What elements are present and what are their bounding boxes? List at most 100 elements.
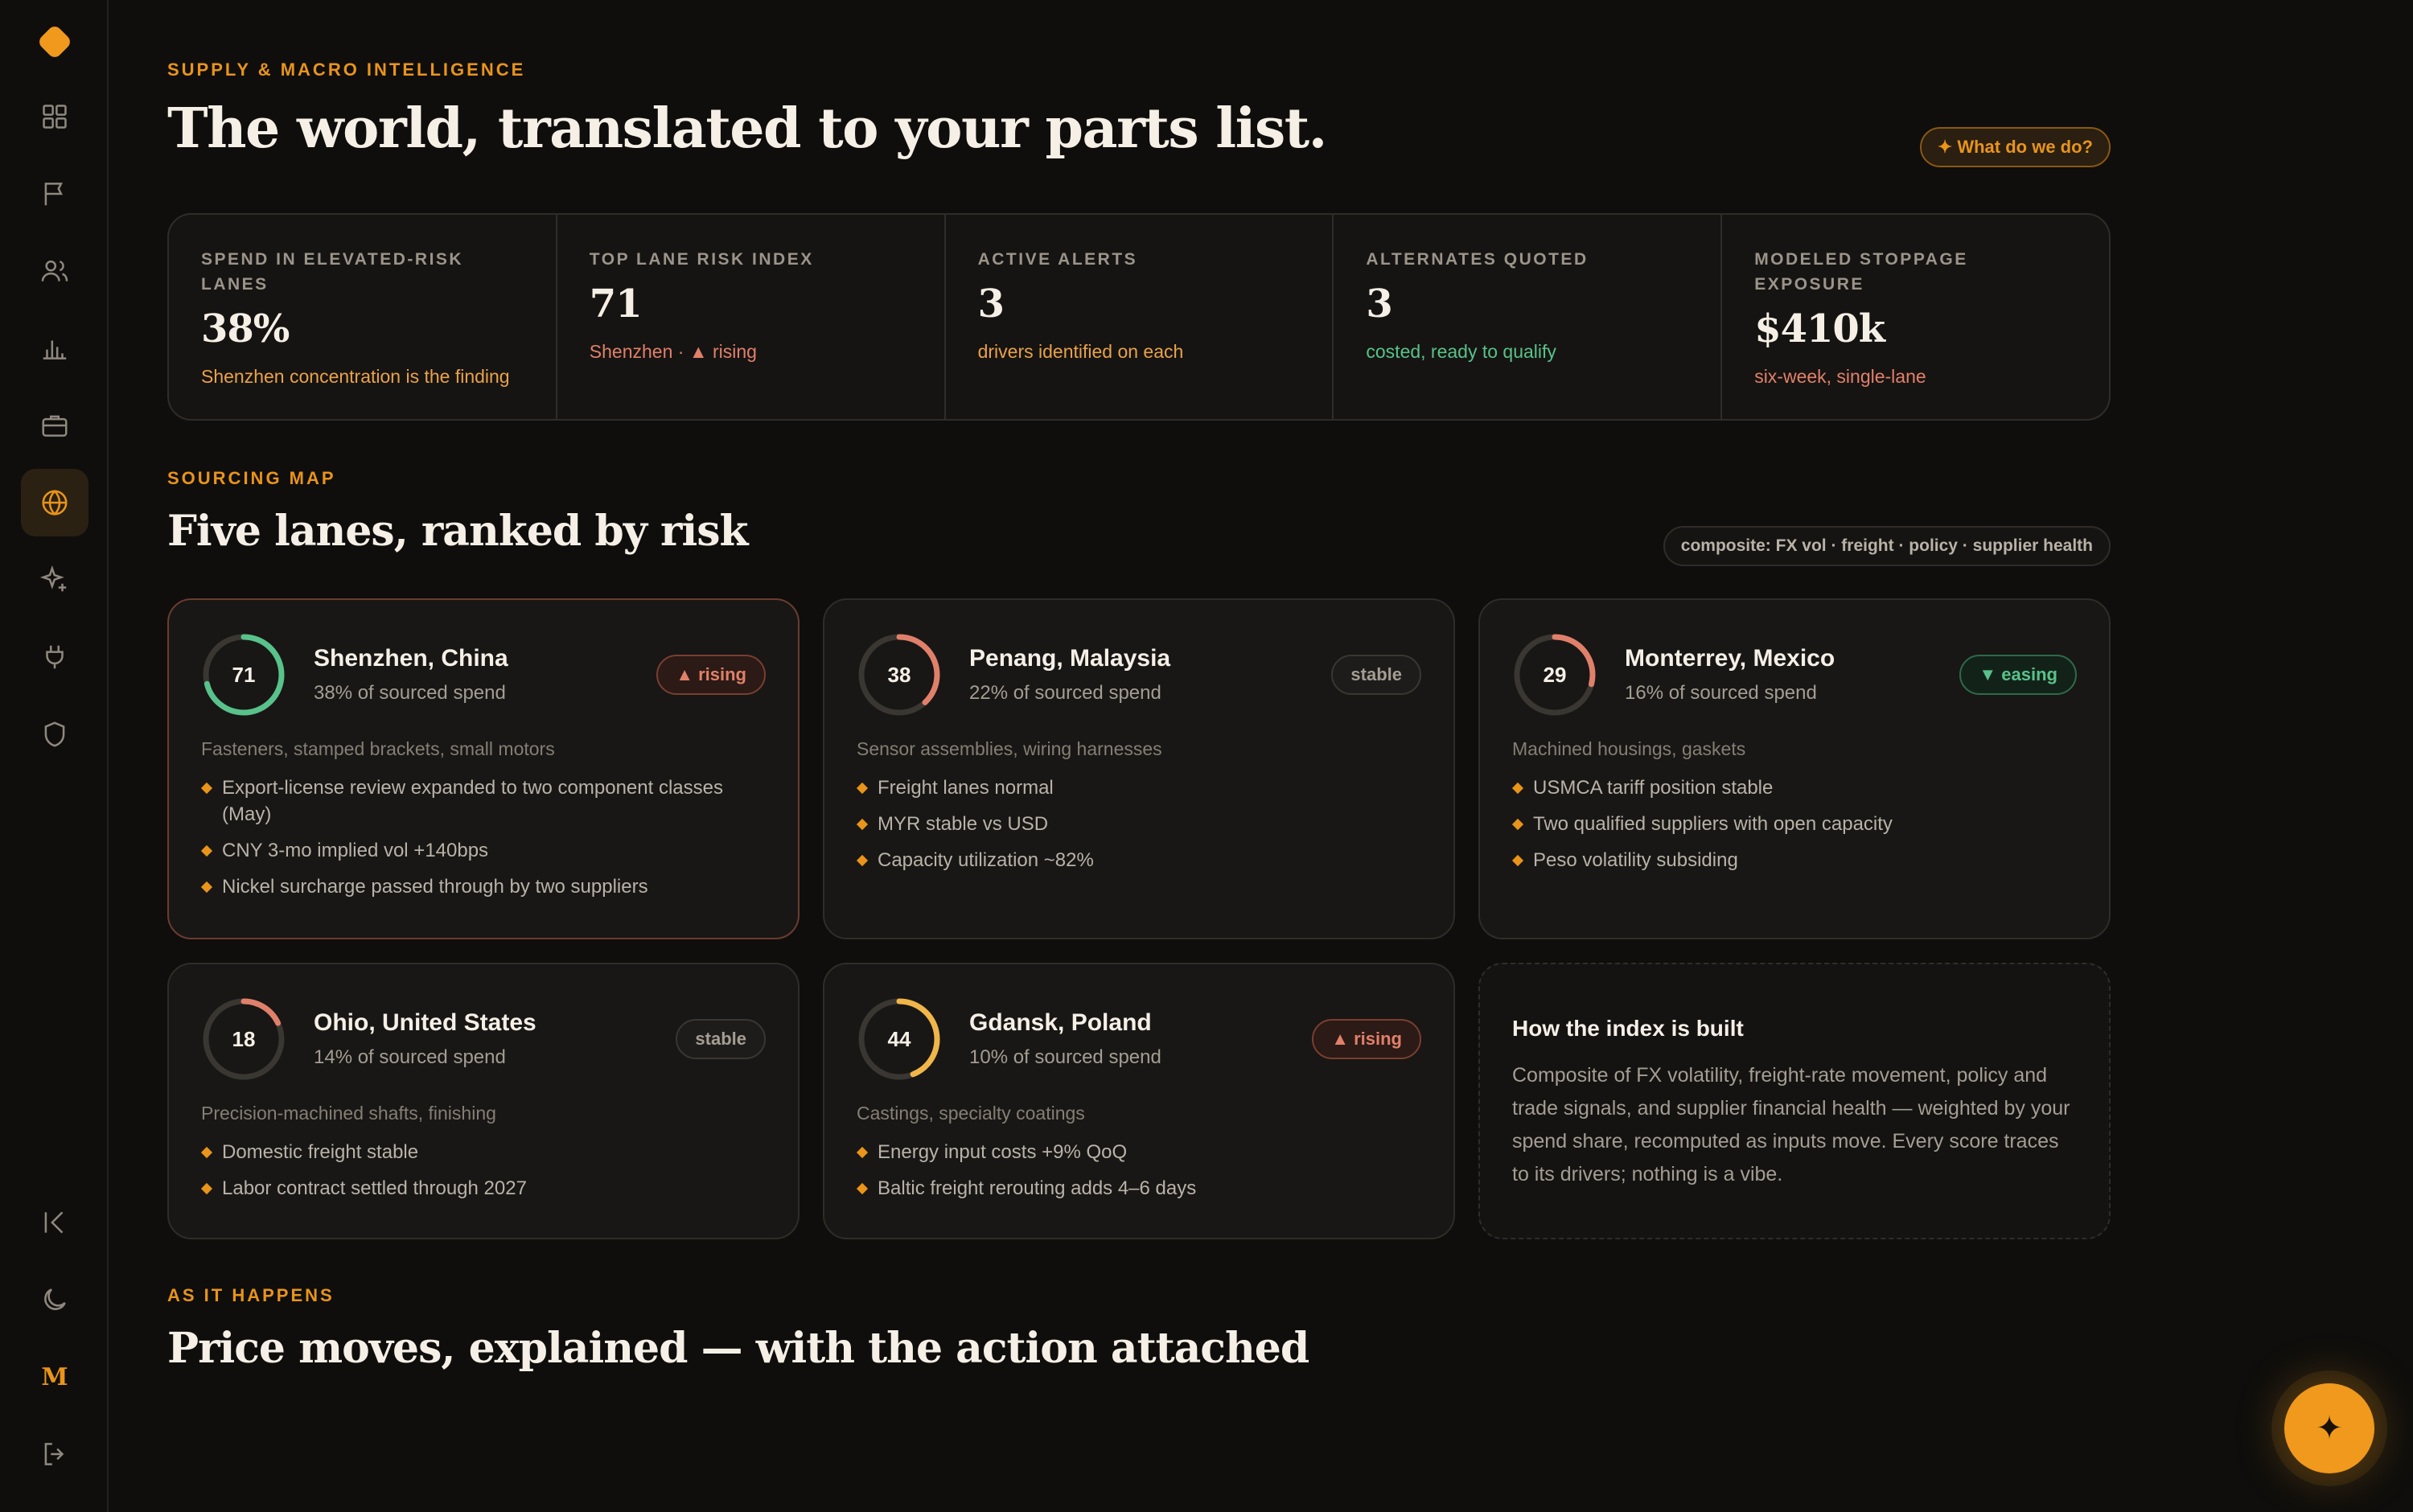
lane-name: Penang, Malaysia bbox=[969, 645, 1171, 672]
kpi-alternates-quoted: ALTERNATES QUOTED 3 costed, ready to qua… bbox=[1334, 215, 1723, 419]
globe-icon[interactable] bbox=[21, 469, 88, 536]
lane-spend-share: 14% of sourced spend bbox=[314, 1046, 506, 1068]
kpi-note: Shenzhen · ▲ rising bbox=[589, 341, 757, 362]
list-item: CNY 3-mo implied vol +140bps bbox=[201, 837, 766, 864]
assistant-fab-button[interactable]: ✦ bbox=[2284, 1383, 2374, 1473]
risk-score-ring: 18 bbox=[201, 996, 286, 1082]
lane-spend-share: 10% of sourced spend bbox=[969, 1046, 1161, 1068]
brand-logo-icon[interactable] bbox=[36, 23, 73, 60]
lane-categories: Sensor assemblies, wiring harnesses bbox=[857, 738, 1162, 759]
avatar[interactable]: M bbox=[21, 1343, 88, 1411]
kpi-value: 71 bbox=[589, 281, 643, 327]
plug-icon[interactable] bbox=[21, 623, 88, 691]
driver-list: Energy input costs +9% QoQ Baltic freigh… bbox=[857, 1139, 1421, 1202]
sparkle-icon: ✦ bbox=[2316, 1411, 2343, 1446]
logout-icon[interactable] bbox=[21, 1420, 88, 1488]
kpi-label: ACTIVE ALERTS bbox=[977, 250, 1138, 269]
list-item: Energy input costs +9% QoQ bbox=[857, 1139, 1421, 1165]
bar-chart-icon[interactable] bbox=[21, 314, 88, 382]
index-explainer-card: How the index is built Composite of FX v… bbox=[1478, 963, 2111, 1239]
risk-score: 38 bbox=[887, 662, 911, 687]
risk-score: 29 bbox=[1543, 662, 1567, 687]
lane-categories: Fasteners, stamped brackets, small motor… bbox=[201, 738, 555, 759]
grid-icon[interactable] bbox=[21, 83, 88, 150]
list-item: Two qualified suppliers with open capaci… bbox=[1512, 811, 2077, 837]
kpi-stoppage-exposure: MODELED STOPPAGE EXPOSURE $410k six-week… bbox=[1722, 215, 2109, 419]
kpi-note: six-week, single-lane bbox=[1754, 366, 1926, 387]
lane-spend-share: 38% of sourced spend bbox=[314, 682, 506, 704]
status-badge: ▲ rising bbox=[656, 655, 766, 695]
risk-score: 18 bbox=[232, 1026, 256, 1051]
lane-card-gdansk[interactable]: 44 Gdansk, Poland 10% of sourced spend ▲… bbox=[823, 963, 1455, 1239]
lane-card-monterrey[interactable]: 29 Monterrey, Mexico 16% of sourced spen… bbox=[1478, 598, 2111, 939]
shield-icon[interactable] bbox=[21, 701, 88, 768]
list-item: Baltic freight rerouting adds 4–6 days bbox=[857, 1175, 1421, 1202]
lane-card-shenzhen[interactable]: 71 Shenzhen, China 38% of sourced spend … bbox=[167, 598, 800, 939]
lane-categories: Machined housings, gaskets bbox=[1512, 738, 1746, 759]
lane-spend-share: 16% of sourced spend bbox=[1625, 682, 1817, 704]
risk-score: 71 bbox=[232, 662, 256, 687]
kpi-strip: SPEND IN ELEVATED-RISK LANES 38% Shenzhe… bbox=[167, 213, 2111, 421]
index-explainer-title: How the index is built bbox=[1512, 1016, 1744, 1041]
risk-score-ring: 44 bbox=[857, 996, 942, 1082]
page-title: The world, translated to your parts list… bbox=[167, 97, 1327, 161]
lane-spend-share: 22% of sourced spend bbox=[969, 682, 1161, 704]
list-item: Peso volatility subsiding bbox=[1512, 847, 2077, 873]
flag-icon[interactable] bbox=[21, 160, 88, 228]
what-do-we-do-button[interactable]: ✦ What do we do? bbox=[1919, 127, 2111, 167]
users-icon[interactable] bbox=[21, 237, 88, 305]
list-item: Export-license review expanded to two co… bbox=[201, 774, 766, 828]
feed-eyebrow: AS IT HAPPENS bbox=[167, 1285, 335, 1305]
kpi-value: $410k bbox=[1754, 306, 1885, 351]
sourcing-title: Five lanes, ranked by risk bbox=[167, 507, 748, 556]
index-explainer-body: Composite of FX volatility, freight-rate… bbox=[1512, 1064, 2070, 1185]
list-item: USMCA tariff position stable bbox=[1512, 774, 2077, 801]
driver-list: Domestic freight stable Labor contract s… bbox=[201, 1139, 766, 1202]
lane-name: Shenzhen, China bbox=[314, 645, 508, 672]
kpi-value: 38% bbox=[201, 306, 290, 351]
list-item: Nickel surcharge passed through by two s… bbox=[201, 873, 766, 900]
list-item: Labor contract settled through 2027 bbox=[201, 1175, 766, 1202]
kpi-top-lane-risk: TOP LANE RISK INDEX 71 Shenzhen · ▲ risi… bbox=[557, 215, 946, 419]
kpi-spend-elevated-risk: SPEND IN ELEVATED-RISK LANES 38% Shenzhe… bbox=[169, 215, 557, 419]
collapse-left-icon[interactable] bbox=[21, 1189, 88, 1256]
kpi-note: costed, ready to qualify bbox=[1366, 341, 1556, 362]
kpi-note: drivers identified on each bbox=[977, 341, 1184, 362]
risk-score-ring: 71 bbox=[201, 632, 286, 717]
moon-icon[interactable] bbox=[21, 1266, 88, 1333]
lane-card-ohio[interactable]: 18 Ohio, United States 14% of sourced sp… bbox=[167, 963, 800, 1239]
lane-categories: Castings, specialty coatings bbox=[857, 1103, 1085, 1124]
kpi-label: ALTERNATES QUOTED bbox=[1366, 250, 1589, 269]
composite-tag: composite: FX vol · freight · policy · s… bbox=[1663, 526, 2111, 566]
lane-name: Gdansk, Poland bbox=[969, 1009, 1152, 1036]
header-eyebrow: SUPPLY & MACRO INTELLIGENCE bbox=[167, 60, 526, 80]
list-item: MYR stable vs USD bbox=[857, 811, 1421, 837]
kpi-label: TOP LANE RISK INDEX bbox=[589, 250, 814, 269]
kpi-note: Shenzhen concentration is the finding bbox=[201, 366, 510, 387]
list-item: Capacity utilization ~82% bbox=[857, 847, 1421, 873]
risk-score-ring: 29 bbox=[1512, 632, 1597, 717]
kpi-active-alerts: ACTIVE ALERTS 3 drivers identified on ea… bbox=[946, 215, 1334, 419]
lane-name: Monterrey, Mexico bbox=[1625, 645, 1835, 672]
kpi-label: MODELED STOPPAGE EXPOSURE bbox=[1754, 250, 1968, 294]
status-badge: ▲ rising bbox=[1312, 1019, 1421, 1059]
feed-title: Price moves, explained — with the action… bbox=[167, 1324, 1309, 1373]
sourcing-eyebrow: SOURCING MAP bbox=[167, 468, 336, 488]
risk-score-ring: 38 bbox=[857, 632, 942, 717]
briefcase-icon[interactable] bbox=[21, 392, 88, 459]
driver-list: USMCA tariff position stable Two qualifi… bbox=[1512, 774, 2077, 873]
lane-card-penang[interactable]: 38 Penang, Malaysia 22% of sourced spend… bbox=[823, 598, 1455, 939]
driver-list: Export-license review expanded to two co… bbox=[201, 774, 766, 900]
list-item: Domestic freight stable bbox=[201, 1139, 766, 1165]
status-badge: ▼ easing bbox=[1959, 655, 2077, 695]
sparkles-icon[interactable] bbox=[21, 546, 88, 614]
list-item: Freight lanes normal bbox=[857, 774, 1421, 801]
kpi-label: SPEND IN ELEVATED-RISK LANES bbox=[201, 250, 464, 294]
lane-name: Ohio, United States bbox=[314, 1009, 536, 1036]
driver-list: Freight lanes normal MYR stable vs USD C… bbox=[857, 774, 1421, 873]
risk-score: 44 bbox=[887, 1026, 911, 1051]
avatar-initial: M bbox=[41, 1362, 68, 1391]
kpi-value: 3 bbox=[977, 281, 1005, 327]
lane-categories: Precision-machined shafts, finishing bbox=[201, 1103, 496, 1124]
kpi-value: 3 bbox=[1366, 281, 1392, 327]
